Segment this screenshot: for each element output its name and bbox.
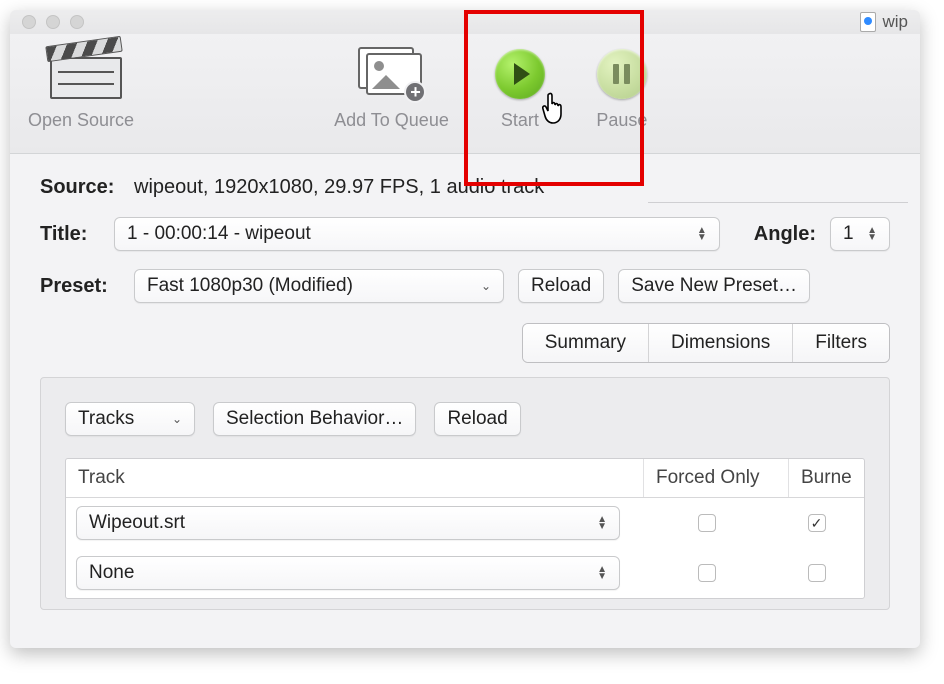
source-text: wipeout, 1920x1080, 29.97 FPS, 1 audio t… [134,176,544,199]
chevron-down-icon: ⌄ [172,412,182,426]
tracks-reload-label: Reload [447,408,507,430]
start-label: Start [501,110,539,131]
title-select[interactable]: 1 - 00:00:14 - wipeout ▲▼ [114,217,720,251]
table-row: None ▲▼ [66,548,864,598]
clapper-icon [50,49,112,99]
preset-value: Fast 1080p30 (Modified) [147,275,353,297]
add-to-queue-button[interactable]: + Add To Queue [334,46,449,131]
separator [648,202,908,203]
track-select[interactable]: Wipeout.srt ▲▼ [76,506,620,540]
add-to-queue-label: Add To Queue [334,110,449,131]
content: Source: wipeout, 1920x1080, 29.97 FPS, 1… [10,154,920,610]
th-forced: Forced Only [644,459,789,497]
burned-in-checkbox[interactable] [808,564,826,582]
th-track: Track [66,459,644,497]
open-source-label: Open Source [28,110,134,131]
title-label: Title: [40,223,100,246]
forced-only-checkbox[interactable] [698,564,716,582]
close-icon[interactable] [22,15,36,29]
pause-icon [597,49,647,99]
source-label: Source: [40,176,120,199]
selection-behavior-button[interactable]: Selection Behavior… [213,402,416,436]
save-preset-button[interactable]: Save New Preset… [618,269,810,303]
tracks-panel: Tracks ⌄ Selection Behavior… Reload Trac… [40,377,890,610]
table-row: Wipeout.srt ▲▼ ✓ [66,498,864,548]
title-value: 1 - 00:00:14 - wipeout [127,223,311,245]
forced-only-checkbox[interactable] [698,514,716,532]
tracks-reload-button[interactable]: Reload [434,402,520,436]
document-icon [860,12,876,32]
tab-summary[interactable]: Summary [523,324,649,362]
tracks-dropdown-label: Tracks [78,408,134,430]
track-name: Wipeout.srt [89,512,185,534]
title-row: Title: 1 - 00:00:14 - wipeout ▲▼ Angle: … [40,217,890,251]
toolbar: Open Source + Add To Queue Start [10,34,920,154]
doc-name: wip [882,12,908,32]
minimize-icon[interactable] [46,15,60,29]
save-preset-label: Save New Preset… [631,275,797,297]
angle-select[interactable]: 1 ▲▼ [830,217,890,251]
stepper-icon: ▲▼ [867,227,877,241]
preset-row: Preset: Fast 1080p30 (Modified) ⌄ Reload… [40,269,890,303]
tab-filters[interactable]: Filters [793,324,889,362]
chevron-down-icon: ⌄ [481,279,491,293]
angle-value: 1 [843,223,854,245]
pause-label: Pause [596,110,647,131]
queue-icon: + [360,49,422,99]
angle-label: Angle: [754,223,816,246]
stepper-icon: ▲▼ [597,566,607,580]
window-controls [22,15,84,29]
stepper-icon: ▲▼ [697,227,707,241]
th-burned: Burne [789,459,864,497]
tracks-table: Track Forced Only Burne Wipeout.srt ▲▼ [65,458,865,599]
play-icon [495,49,545,99]
reload-button[interactable]: Reload [518,269,604,303]
source-row: Source: wipeout, 1920x1080, 29.97 FPS, 1… [40,176,890,199]
open-source-button[interactable]: Open Source [28,46,134,131]
tabs: Summary Dimensions Filters [40,323,890,363]
tab-dimensions[interactable]: Dimensions [649,324,793,362]
track-name: None [89,562,134,584]
preset-label: Preset: [40,275,120,298]
stepper-icon: ▲▼ [597,516,607,530]
start-button[interactable]: Start [489,46,551,131]
pause-button[interactable]: Pause [591,46,653,131]
tracks-dropdown[interactable]: Tracks ⌄ [65,402,195,436]
track-select[interactable]: None ▲▼ [76,556,620,590]
title-doc: wip [860,12,908,32]
reload-label: Reload [531,275,591,297]
preset-select[interactable]: Fast 1080p30 (Modified) ⌄ [134,269,504,303]
table-header: Track Forced Only Burne [66,459,864,498]
titlebar: wip [10,10,920,34]
selection-behavior-label: Selection Behavior… [226,408,403,430]
app-window: wip Open Source + Add To Queue [10,10,920,648]
zoom-icon[interactable] [70,15,84,29]
burned-in-checkbox[interactable]: ✓ [808,514,826,532]
